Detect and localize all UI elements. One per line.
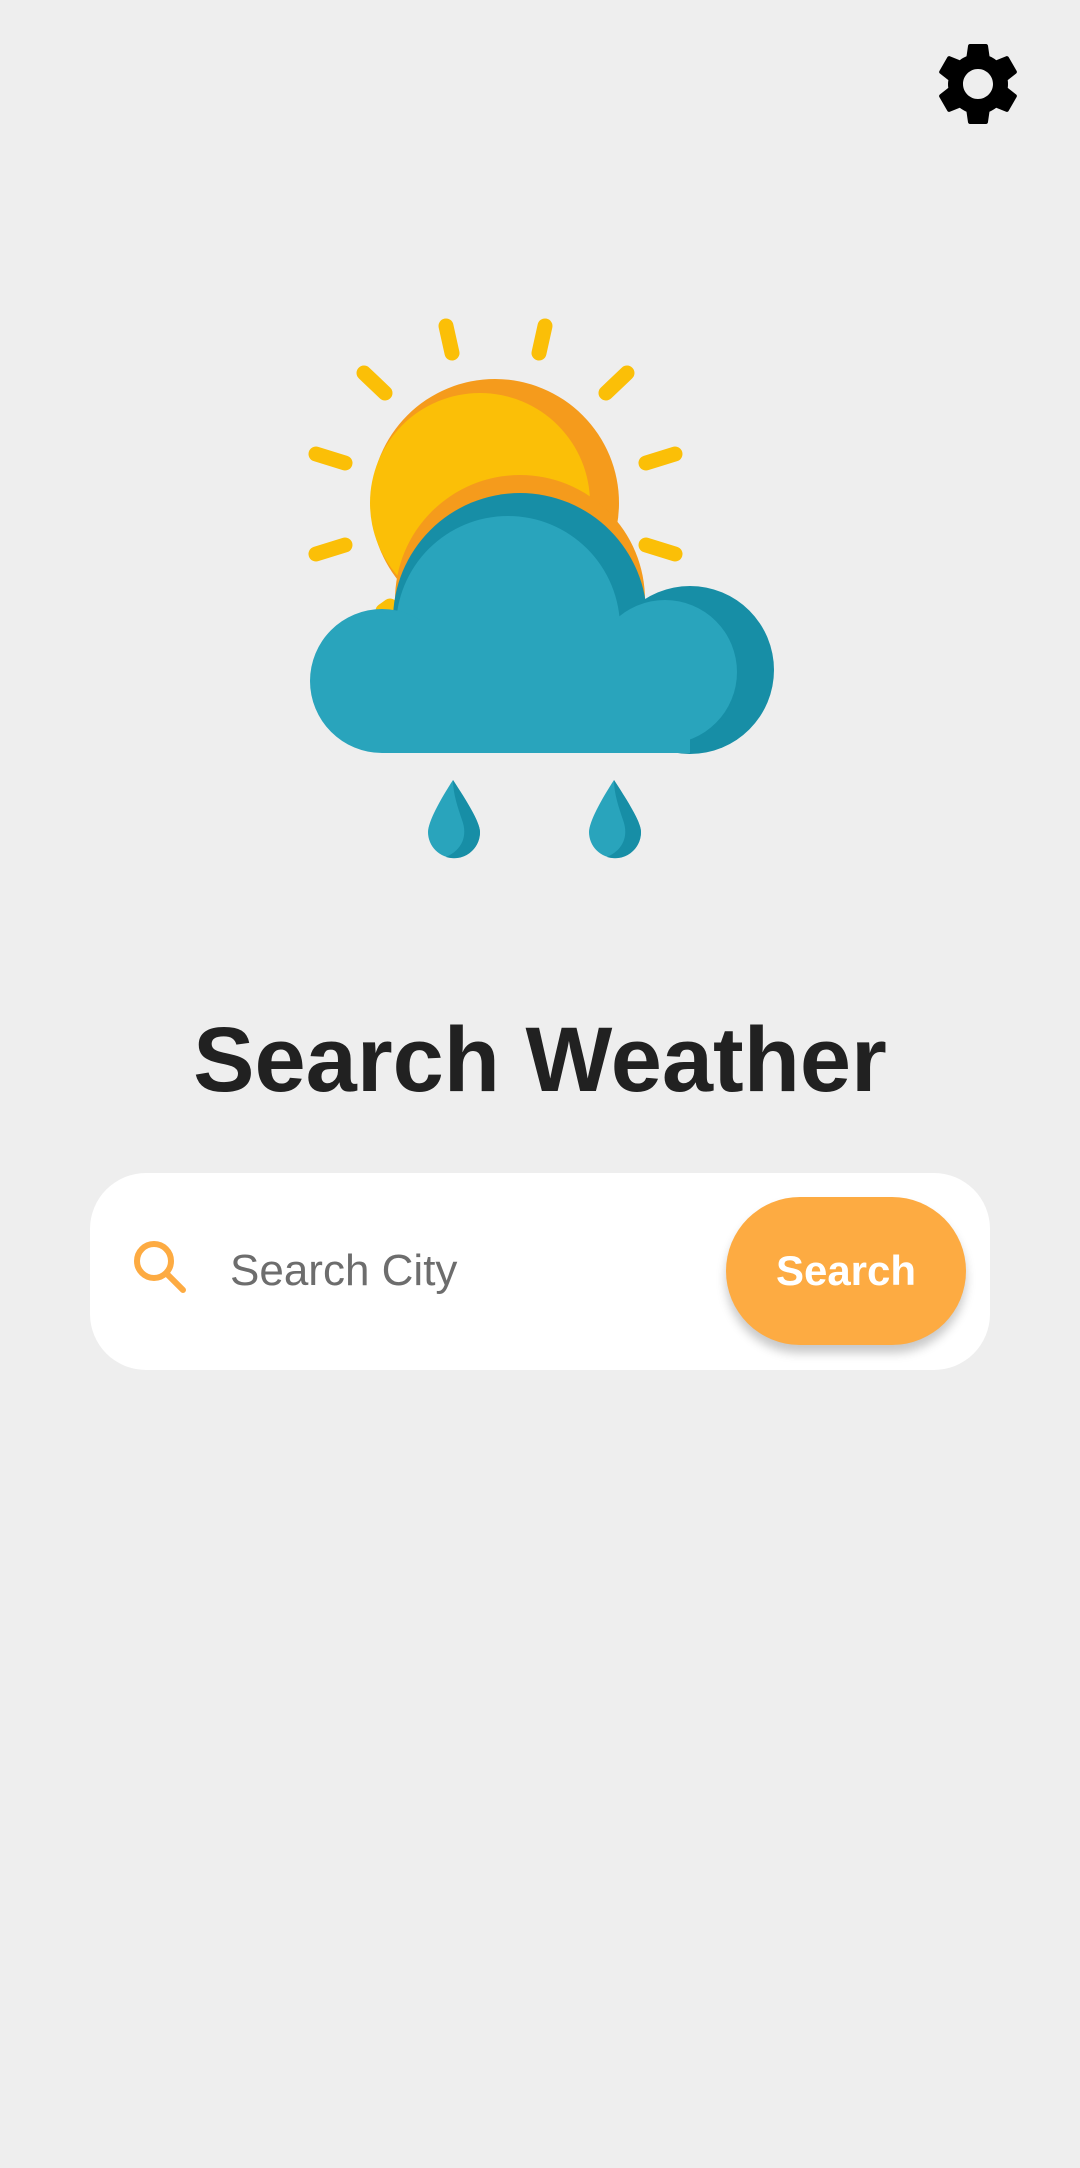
gear-icon (939, 44, 1017, 124)
page-title: Search Weather (193, 1009, 887, 1111)
search-bar: Search (90, 1173, 990, 1370)
search-icon (130, 1239, 194, 1303)
search-button[interactable]: Search (726, 1197, 966, 1345)
search-input[interactable] (230, 1219, 700, 1323)
sun-cloud-rain-icon (308, 318, 774, 859)
settings-button[interactable] (928, 32, 1028, 136)
weather-illustration (300, 310, 780, 870)
